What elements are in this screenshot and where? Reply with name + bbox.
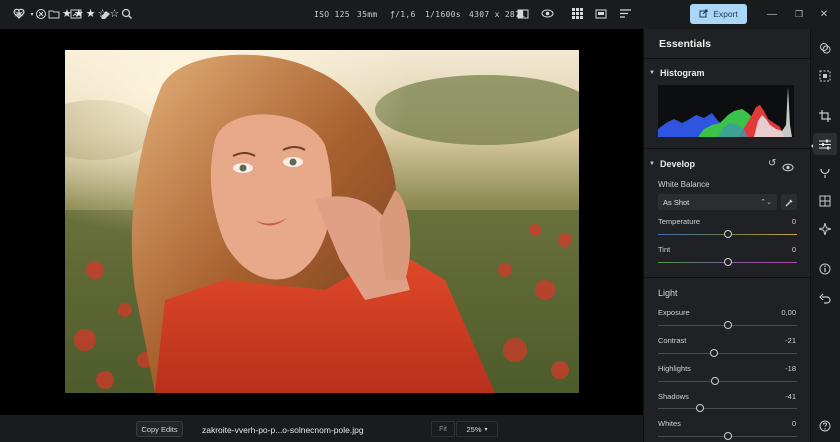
meta-focal: 35mm <box>357 10 378 19</box>
slider-label: Whites <box>658 419 681 428</box>
slider-value[interactable]: 0 <box>756 245 796 254</box>
histogram-header[interactable]: ▼ Histogram <box>649 68 704 78</box>
undo-icon[interactable] <box>818 292 832 306</box>
slider-handle[interactable] <box>723 230 732 238</box>
develop-header[interactable]: ▼ Develop <box>649 159 695 169</box>
select-icon[interactable] <box>818 69 832 83</box>
chevron-down-icon: ▾ <box>484 426 488 433</box>
star-icon[interactable]: ★ <box>74 7 84 20</box>
histogram-label: Histogram <box>659 68 705 78</box>
slider-label: Temperature <box>658 217 701 226</box>
slider-handle[interactable] <box>723 321 732 329</box>
slider-handle[interactable] <box>710 377 719 385</box>
help-icon[interactable] <box>818 419 832 433</box>
close-button[interactable]: ✕ <box>818 8 830 20</box>
slider-label: Shadows <box>658 392 689 401</box>
file-name: zakroite-vverh-po-p...o-solnecnom-pole.j… <box>202 425 364 435</box>
divider <box>644 277 810 278</box>
slider-value[interactable]: 0 <box>756 419 796 428</box>
restore-button[interactable]: ❐ <box>793 8 805 20</box>
folder-icon[interactable] <box>47 7 61 21</box>
meta-shutter: 1/1600s <box>425 10 461 19</box>
minimize-button[interactable]: — <box>766 8 778 20</box>
sort-icon[interactable] <box>618 6 632 21</box>
eye-icon[interactable] <box>540 6 554 21</box>
collapse-icon: ▼ <box>649 70 655 76</box>
reset-icon[interactable]: ↺ <box>768 158 776 169</box>
star-icon[interactable]: ★ <box>86 7 96 20</box>
slider-label: Highlights <box>658 364 691 373</box>
slider-handle[interactable] <box>709 349 718 357</box>
slider-label: Tint <box>658 245 671 254</box>
grid-icon[interactable] <box>818 194 832 208</box>
divider <box>644 148 810 149</box>
heart-icon[interactable] <box>12 6 26 21</box>
slider-value[interactable]: -18 <box>756 364 796 373</box>
divider <box>644 58 810 59</box>
slider-track[interactable] <box>658 381 797 382</box>
export-icon <box>699 9 708 20</box>
white-balance-select[interactable]: As Shot ⌃⌄ <box>658 194 777 210</box>
star-icon[interactable]: ☆ <box>110 7 120 20</box>
crop-icon[interactable] <box>818 109 832 123</box>
star-icon[interactable]: ☆ <box>98 7 108 20</box>
sliders-icon[interactable] <box>813 133 837 155</box>
image-canvas[interactable] <box>0 29 643 415</box>
photo-preview[interactable] <box>65 50 579 393</box>
slider-track[interactable] <box>658 353 797 354</box>
panel-title: Essentials <box>659 38 711 50</box>
slider-value[interactable]: -21 <box>756 336 796 345</box>
info-icon[interactable] <box>818 262 832 276</box>
healing-icon[interactable] <box>818 166 832 180</box>
export-button[interactable]: Export <box>690 4 747 24</box>
grid-view-icon[interactable] <box>570 6 584 21</box>
collapse-icon: ▼ <box>649 161 655 167</box>
search-icon[interactable] <box>120 7 134 21</box>
slider-track[interactable] <box>658 408 797 409</box>
light-label: Light <box>658 288 678 298</box>
copy-edits-button[interactable]: Copy Edits <box>136 421 183 437</box>
zoom-value: 25% <box>466 424 482 434</box>
layers-icon[interactable] <box>818 41 832 55</box>
star-rating[interactable]: ★ ★ ★ ☆ ☆ <box>62 6 120 21</box>
slider-value[interactable]: 0 <box>756 217 796 226</box>
wb-value: As Shot <box>663 197 690 207</box>
meta-aperture: ƒ/1,6 <box>390 10 416 19</box>
reject-icon[interactable] <box>34 6 48 21</box>
star-icon[interactable]: ★ <box>62 7 72 20</box>
meta-iso: ISO 125 <box>314 10 350 19</box>
compare-icon[interactable] <box>516 6 530 21</box>
zoom-select[interactable]: 25% ▾ <box>456 421 498 437</box>
sparkle-icon[interactable] <box>818 222 832 236</box>
fit-button[interactable]: Fit <box>431 421 455 437</box>
slider-handle[interactable] <box>695 404 704 412</box>
slider-value[interactable]: -41 <box>756 392 796 401</box>
slider-handle[interactable] <box>723 258 732 266</box>
eye-icon[interactable] <box>782 159 794 177</box>
export-label: Export <box>713 9 738 19</box>
chevron-updown-icon: ⌃⌄ <box>760 199 772 206</box>
develop-label: Develop <box>659 159 695 169</box>
slider-label: Exposure <box>658 308 690 317</box>
slider-value[interactable]: 0,00 <box>756 308 796 317</box>
slider-handle[interactable] <box>723 432 732 440</box>
eyedropper-button[interactable] <box>781 194 797 210</box>
white-balance-label: White Balance <box>658 180 710 189</box>
filmstrip-icon[interactable] <box>594 6 608 21</box>
slider-label: Contrast <box>658 336 687 345</box>
histogram <box>658 85 794 137</box>
